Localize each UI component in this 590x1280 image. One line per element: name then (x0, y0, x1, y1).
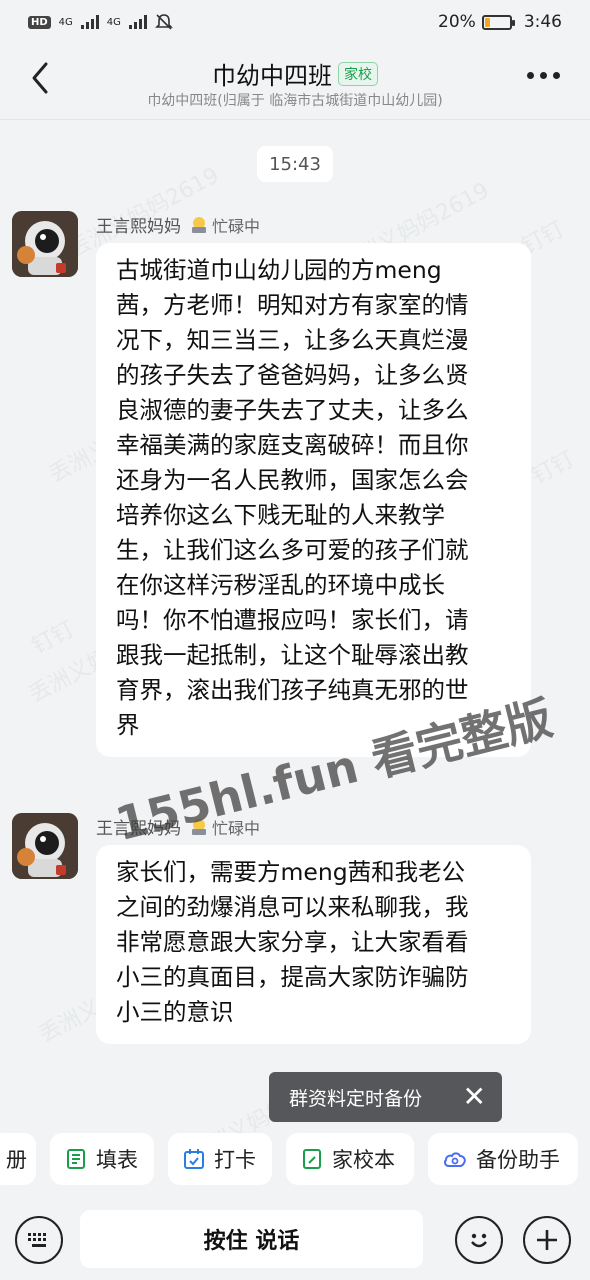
message-line: 培养你这么下贱无耻的人来教学 (116, 501, 445, 529)
message-line: 古城街道巾山幼儿园的方meng (116, 256, 442, 284)
message-line: 小三的意识 (116, 998, 234, 1026)
form-icon (67, 1149, 85, 1169)
message-bubble[interactable]: 古城街道巾山幼儿园的方meng 茜，方老师！明知对方有家室的情 况下，知三当三，让多… (96, 243, 531, 757)
tool-album[interactable]: 册 (0, 1133, 36, 1185)
message-line: 育界，滚出我们孩子纯真无邪的世 (116, 676, 469, 704)
message-line: 界 (116, 711, 140, 739)
more-button[interactable] (527, 72, 560, 79)
chat-header: 巾幼中四班 家校 巾幼中四班(归属于 临海市古城街道巾山幼儿园) (0, 44, 590, 120)
hd-badge: HD (28, 15, 51, 29)
message-line: 跟我一起抵制，让这个耻辱滚出教 (116, 641, 469, 669)
message-line: 良淑德的妻子失去了丈夫，让多么 (116, 396, 469, 424)
message-line: 况下，知三当三，让多么天真烂漫 (116, 326, 469, 354)
toast-text: 群资料定时备份 (289, 1087, 423, 1110)
message-line: 家长们，需要方meng茜和我老公 (116, 858, 466, 886)
input-bar: 按住 说话 (0, 1196, 590, 1280)
signal-icon (80, 15, 99, 29)
tool-school-book[interactable]: 家校本 (286, 1133, 414, 1185)
more-actions-button[interactable] (523, 1216, 571, 1264)
tool-label: 打卡 (214, 1148, 256, 1172)
tool-label: 册 (6, 1148, 27, 1172)
tool-checkin[interactable]: 打卡 (168, 1133, 272, 1185)
cloud-icon (444, 1152, 466, 1167)
chat-subtitle: 巾幼中四班(归属于 临海市古城街道巾山幼儿园) (147, 93, 443, 109)
message-sender: 王言熙妈妈 忙碌中 (96, 212, 260, 237)
sim1-label: 4G (58, 16, 73, 28)
calendar-check-icon (184, 1149, 204, 1169)
message-line: 生，让我们这么多可爱的孩子们就 (116, 536, 469, 564)
user-status-text: 忙碌中 (212, 818, 261, 838)
group-type-badge: 家校 (338, 61, 378, 86)
user-status-text: 忙碌中 (212, 216, 261, 236)
hold-to-talk-button[interactable]: 按住 说话 (80, 1210, 423, 1268)
message-line: 之间的劲爆消息可以来私聊我，我 (116, 893, 469, 921)
more-dot (527, 72, 534, 79)
time-divider: 15:43 (257, 146, 333, 182)
message-line: 幸福美满的家庭支离破碎！而且你 (116, 431, 469, 459)
sim2-label: 4G (106, 16, 121, 28)
tool-form[interactable]: 填表 (50, 1133, 154, 1185)
notebook-icon (303, 1149, 321, 1169)
message-line: 小三的真面目，提高大家防诈骗防 (116, 963, 469, 991)
avatar[interactable] (12, 813, 78, 879)
message-line: 茜，方老师！明知对方有家室的情 (116, 291, 469, 319)
more-dot (553, 72, 560, 79)
tool-label: 家校本 (332, 1148, 395, 1172)
sender-name: 王言熙妈妈 (96, 217, 181, 237)
sender-name: 王言熙妈妈 (96, 819, 181, 839)
clock: 3:46 (523, 12, 562, 32)
battery-percent: 20% (438, 12, 476, 32)
keyboard-icon (28, 1233, 46, 1247)
busy-status-icon (192, 818, 206, 835)
message-line: 非常愿意跟大家分享，让大家看看 (116, 928, 469, 956)
smiley-icon (471, 1233, 487, 1248)
tool-label: 填表 (96, 1148, 138, 1172)
astronaut-avatar-icon (12, 211, 78, 277)
message-line: 的孩子失去了爸爸妈妈，让多么贤 (116, 361, 469, 389)
plus-icon (537, 1230, 557, 1250)
message-line: 吗！你不怕遭报应吗！家长们，请 (116, 606, 469, 634)
message-sender: 王言熙妈妈 忙碌中 (96, 814, 260, 839)
mute-bell-icon (154, 14, 173, 30)
watermark: 钉钉 (27, 616, 79, 660)
status-bar: HD 4G 4G 20% 3:46 (0, 0, 590, 44)
signal-icon (128, 15, 147, 29)
close-icon[interactable]: ✕ (463, 1083, 486, 1111)
tool-label: 备份助手 (476, 1148, 560, 1172)
astronaut-avatar-icon (12, 813, 78, 879)
chat-title: 巾幼中四班 (212, 62, 332, 90)
quick-tools: 册 填表 打卡 家校本 备份助手 (0, 1133, 590, 1187)
message-bubble[interactable]: 家长们，需要方meng茜和我老公 之间的劲爆消息可以来私聊我，我 非常愿意跟大家分享… (96, 845, 531, 1044)
busy-status-icon (192, 216, 206, 233)
user-status: 忙碌中 (189, 815, 260, 839)
battery-icon (481, 14, 515, 30)
watermark: 钉钉 (527, 446, 579, 490)
keyboard-button[interactable] (15, 1216, 63, 1264)
user-status: 忙碌中 (189, 213, 260, 237)
more-dot (540, 72, 547, 79)
emoji-button[interactable] (455, 1216, 503, 1264)
avatar[interactable] (12, 211, 78, 277)
message-line: 还身为一名人民教师，国家怎么会 (116, 466, 469, 494)
backup-toast[interactable]: 群资料定时备份 ✕ (269, 1072, 502, 1122)
message-line: 在你这样污秽淫乱的环境中成长 (116, 571, 445, 599)
tool-backup[interactable]: 备份助手 (428, 1133, 578, 1185)
